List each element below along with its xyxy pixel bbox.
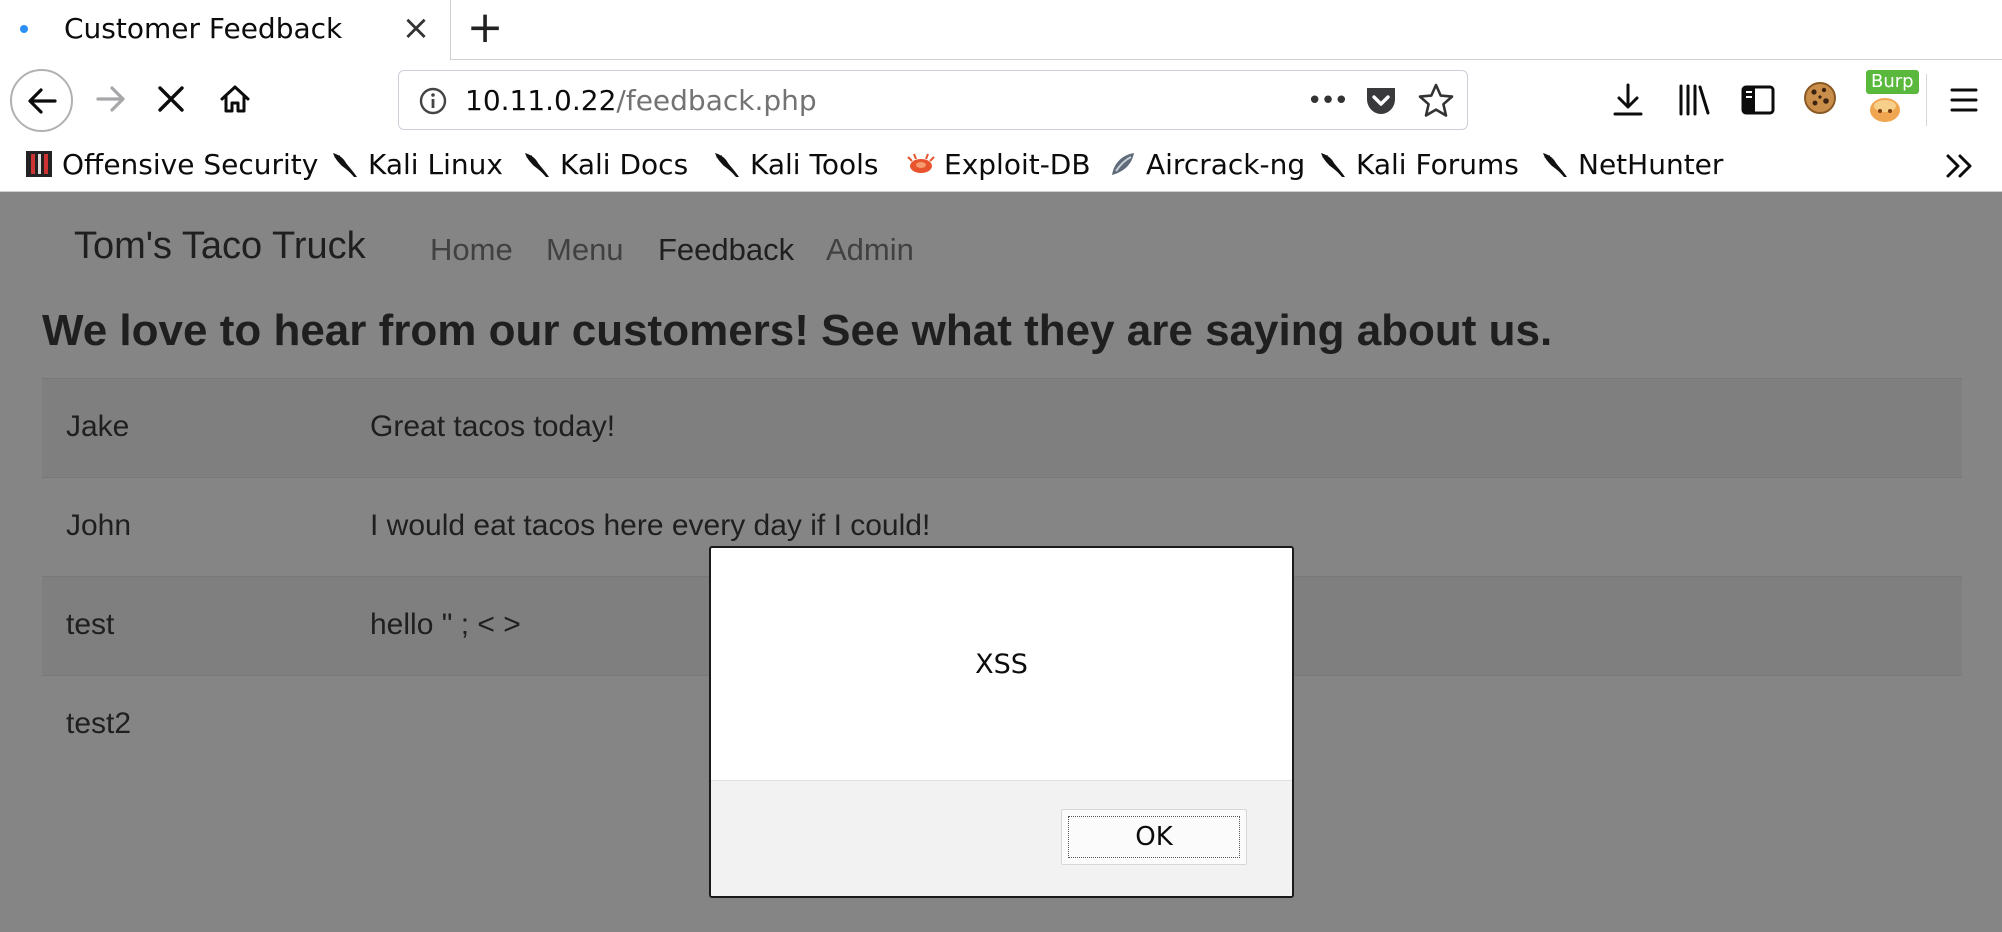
cookie-icon[interactable] xyxy=(1800,78,1840,118)
arrow-right-icon xyxy=(96,86,125,112)
url-host: 10.11.0.22 xyxy=(465,84,617,117)
bookmark-label: Offensive Security xyxy=(62,147,319,181)
aircrack-icon xyxy=(1112,153,1134,175)
kali-dragon-icon xyxy=(333,153,357,177)
navigation-toolbar: 10.11.0.22/feedback.php ••• Burp xyxy=(0,60,2002,140)
bookmark-offensive-security[interactable]: Offensive Security xyxy=(24,144,318,184)
home-button[interactable] xyxy=(210,74,260,124)
bookmark-nethunter[interactable]: NetHunter xyxy=(1540,144,1723,184)
ok-button[interactable]: OK xyxy=(1061,809,1247,865)
bookmark-kali-forums[interactable]: Kali Forums xyxy=(1318,144,1519,184)
bookmark-label: Aircrack-ng xyxy=(1146,147,1306,181)
ok-button-label: OK xyxy=(1068,816,1240,858)
bookmark-label: Exploit-DB xyxy=(944,147,1091,181)
bookmark-star-icon[interactable] xyxy=(1417,82,1455,120)
offsec-icon xyxy=(26,151,52,177)
library-icon[interactable] xyxy=(1674,80,1714,120)
bookmark-label: Kali Docs xyxy=(560,147,689,181)
bookmark-kali-tools[interactable]: Kali Tools xyxy=(712,144,878,184)
close-icon[interactable]: × xyxy=(398,8,434,48)
plus-icon[interactable]: + xyxy=(463,4,507,52)
stop-icon xyxy=(158,86,184,112)
sidebar-icon[interactable] xyxy=(1738,80,1778,120)
url-text[interactable]: 10.11.0.22/feedback.php xyxy=(465,84,817,118)
toolbar-divider xyxy=(1926,74,1927,126)
exploit-db-icon xyxy=(907,153,935,173)
bookmarks-toolbar: Offensive Security Kali Linux Kali Docs … xyxy=(0,140,2002,192)
back-button[interactable] xyxy=(10,69,73,132)
page-actions-icon[interactable]: ••• xyxy=(1307,83,1349,119)
url-bar[interactable]: 10.11.0.22/feedback.php ••• xyxy=(398,70,1468,130)
burp-icon xyxy=(1870,98,1900,122)
bookmark-aircrack-ng[interactable]: Aircrack-ng xyxy=(1108,144,1305,184)
stop-button[interactable] xyxy=(146,74,196,124)
tab-customer-feedback[interactable]: Customer Feedback × xyxy=(0,0,451,60)
bookmark-label: NetHunter xyxy=(1578,147,1724,181)
bookmark-kali-linux[interactable]: Kali Linux xyxy=(330,144,503,184)
pocket-icon[interactable] xyxy=(1363,84,1399,118)
alert-message: XSS xyxy=(975,649,1028,680)
bookmark-exploit-db[interactable]: Exploit-DB xyxy=(906,144,1091,184)
menu-icon[interactable] xyxy=(1944,80,1984,120)
chevron-double-right-icon[interactable] xyxy=(1940,148,1980,184)
arrow-left-icon xyxy=(27,87,57,114)
tab-title: Customer Feedback xyxy=(64,12,343,45)
forward-button[interactable] xyxy=(86,74,136,124)
bookmark-label: Kali Forums xyxy=(1356,147,1519,181)
burp-extension-button[interactable]: Burp xyxy=(1862,70,1919,126)
kali-dragon-icon xyxy=(715,153,739,177)
burp-badge: Burp xyxy=(1866,70,1919,94)
bookmark-label: Kali Tools xyxy=(750,147,879,181)
alert-dialog: XSS OK xyxy=(709,546,1294,898)
alert-footer: OK xyxy=(711,780,1292,896)
bookmark-kali-docs[interactable]: Kali Docs xyxy=(522,144,688,184)
bookmark-label: Kali Linux xyxy=(368,147,503,181)
kali-dragon-icon xyxy=(525,153,549,177)
url-path: /feedback.php xyxy=(616,84,817,117)
home-icon xyxy=(220,85,250,113)
kali-dragon-icon xyxy=(1543,153,1567,177)
loading-dot-icon xyxy=(20,25,28,33)
download-icon[interactable] xyxy=(1608,80,1648,120)
tab-strip: Customer Feedback × + xyxy=(0,0,2002,60)
kali-dragon-icon xyxy=(1321,153,1345,177)
info-icon[interactable] xyxy=(417,85,449,117)
